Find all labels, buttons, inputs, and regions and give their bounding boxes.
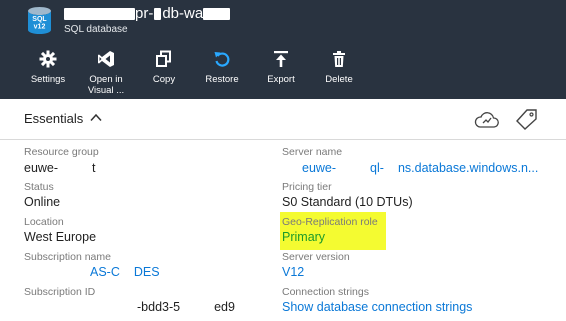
export-button[interactable]: Export <box>256 50 306 85</box>
visual-studio-icon <box>98 51 114 67</box>
delete-button[interactable]: Delete <box>314 50 364 85</box>
settings-label: Settings <box>30 74 66 85</box>
subscription-id-label: Subscription ID <box>24 286 96 298</box>
redaction <box>203 8 231 20</box>
resource-group-label: Resource group <box>24 146 99 158</box>
copy-icon <box>156 50 171 67</box>
export-icon <box>274 51 288 67</box>
restore-icon <box>214 52 230 67</box>
gear-icon <box>39 50 57 68</box>
subscription-name-value-b: DES <box>133 265 160 279</box>
subscription-id-value: -bdd3-5 ed9 <box>137 300 235 314</box>
settings-button[interactable]: Settings <box>23 50 73 85</box>
server-name-value[interactable]: euwe-ql-ns.database.windows.n... <box>302 161 538 175</box>
server-name-value-c: ns.database.windows.n... <box>397 161 539 175</box>
geo-replication-role-label: Geo-Replication role <box>282 216 378 228</box>
cloud-icon[interactable] <box>474 111 500 129</box>
subscription-name-value-a: AS-C <box>90 265 120 279</box>
pricing-tier-value[interactable]: S0 Standard (10 DTUs) <box>282 195 413 209</box>
subscription-id-value-a: -bdd3-5 <box>137 300 181 314</box>
copy-button[interactable]: Copy <box>139 50 189 85</box>
server-version-value[interactable]: V12 <box>282 265 304 279</box>
icon-text-top: SQL <box>32 16 47 23</box>
status-value: Online <box>24 195 61 209</box>
icon-text-bottom: v12 <box>34 24 46 31</box>
open-in-label-line2: Visual ... <box>87 85 125 96</box>
subscription-id-value-b: ed9 <box>214 300 235 314</box>
restore-label: Restore <box>205 74 239 85</box>
connection-strings-link[interactable]: Show database connection strings <box>282 300 472 314</box>
copy-label: Copy <box>152 74 176 85</box>
title-fragment-2: db-wa <box>162 5 204 22</box>
resource-group-value[interactable]: euwe-t <box>24 161 96 175</box>
redaction <box>64 8 135 20</box>
blade-header: SQL v12 pr- db-wa SQL database Settings … <box>0 0 566 99</box>
database-title: pr- db-wa <box>64 5 231 23</box>
restore-button[interactable]: Restore <box>197 50 247 85</box>
subscription-name-label: Subscription name <box>24 251 111 263</box>
export-label: Export <box>267 74 295 85</box>
connection-strings-label: Connection strings <box>282 286 369 298</box>
title-fragment: pr- <box>135 5 154 22</box>
essentials-title[interactable]: Essentials <box>24 111 83 126</box>
server-name-value-b: ql- <box>370 161 384 175</box>
pricing-tier-label: Pricing tier <box>282 181 332 193</box>
location-label: Location <box>24 216 64 228</box>
server-version-label: Server version <box>282 251 350 263</box>
delete-label: Delete <box>325 74 353 85</box>
sql-database-icon: SQL v12 <box>28 7 51 34</box>
server-name-label: Server name <box>282 146 343 158</box>
tag-icon[interactable] <box>514 108 538 130</box>
location-value: West Europe <box>24 230 97 244</box>
resource-group-value-a: euwe- <box>24 161 59 175</box>
subscription-name-value[interactable]: AS-C DES <box>90 265 160 279</box>
server-name-value-a: euwe- <box>302 161 337 175</box>
redaction <box>154 8 162 20</box>
essentials-bar: Essentials <box>0 99 566 140</box>
resource-group-value-b: t <box>92 161 96 175</box>
status-label: Status <box>24 181 54 193</box>
open-in-visual-studio-button[interactable]: Open in Visual ... <box>81 50 131 96</box>
geo-replication-role-value[interactable]: Primary <box>282 230 325 244</box>
open-in-label-line1: Open in <box>89 74 123 85</box>
chevron-up-icon[interactable] <box>90 113 102 122</box>
open-in-label: Open in Visual ... <box>81 74 131 96</box>
trash-icon <box>333 51 345 67</box>
database-subtitle: SQL database <box>64 24 128 35</box>
